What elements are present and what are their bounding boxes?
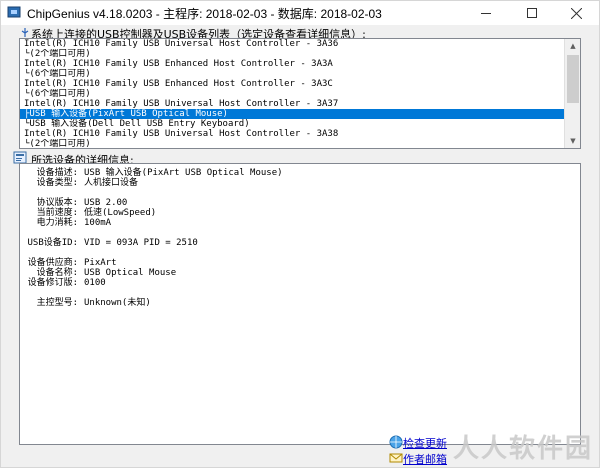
scroll-down-arrow-icon[interactable]: ▼ — [565, 134, 580, 148]
detail-value: USB Optical Mouse — [84, 268, 177, 278]
minimize-icon — [481, 12, 491, 14]
mail-icon — [389, 453, 403, 463]
detail-row: 电力消耗: 100mA — [20, 218, 112, 228]
check-update-link[interactable]: 检查更新 — [403, 435, 447, 451]
list-item[interactable]: Intel(R) ICH10 Family USB Universal Host… — [20, 99, 565, 109]
detail-row: 当前速度: 低速(LowSpeed) — [20, 208, 157, 218]
maximize-icon — [527, 8, 537, 18]
list-item[interactable]: └(6个端口可用) — [20, 89, 565, 99]
detail-value: 人机接口设备 — [84, 178, 139, 188]
list-item[interactable]: └(6个端口可用) — [20, 69, 565, 79]
detail-key: 设备描述: — [36, 168, 78, 178]
title-bar[interactable]: ChipGenius v4.18.0203 - 主程序: 2018-02-03 … — [1, 1, 599, 25]
details-panel[interactable]: 设备描述: USB 输入设备(PixArt USB Optical Mouse) 设… — [19, 163, 581, 445]
close-button[interactable] — [553, 1, 599, 25]
detail-row: 设备描述: USB 输入设备(PixArt USB Optical Mouse) — [20, 168, 283, 178]
list-item[interactable]: Intel(R) ICH10 Family USB Enhanced Host … — [20, 79, 565, 89]
author-mail-link[interactable]: 作者邮箱 — [403, 451, 447, 467]
detail-value: 100mA — [84, 218, 112, 228]
device-list[interactable]: Intel(R) ICH10 Family USB Universal Host… — [19, 38, 581, 149]
detail-row: USB设备ID: VID = 093A PID = 2510 — [20, 238, 198, 248]
detail-value: Unknown(未知) — [84, 298, 151, 308]
detail-key: 主控型号: — [36, 298, 78, 308]
detail-value: 低速(LowSpeed) — [84, 208, 157, 218]
list-item[interactable]: └(2个端口可用) — [20, 49, 565, 59]
detail-key: 协议版本: — [36, 198, 78, 208]
detail-key: 设备名称: — [36, 268, 78, 278]
list-item[interactable]: ├USB 输入设备(PixArt USB Optical Mouse) — [20, 109, 565, 119]
detail-key: 当前速度: — [36, 208, 78, 218]
detail-row: 设备修订版: 0100 — [20, 278, 106, 288]
app-window: ChipGenius v4.18.0203 - 主程序: 2018-02-03 … — [0, 0, 600, 468]
device-list-scrollbar[interactable]: ▲ ▼ — [564, 39, 580, 148]
window-title: ChipGenius v4.18.0203 - 主程序: 2018-02-03 … — [27, 7, 382, 21]
detail-value: 0100 — [84, 278, 106, 288]
usb-tree-icon — [21, 28, 29, 37]
detail-value: USB 输入设备(PixArt USB Optical Mouse) — [84, 168, 283, 178]
usb-chip-icon — [7, 6, 21, 18]
scroll-thumb[interactable] — [567, 55, 579, 103]
maximize-button[interactable] — [509, 1, 555, 25]
list-item[interactable]: └(2个端口可用) — [20, 139, 565, 148]
detail-value: PixArt — [84, 258, 117, 268]
detail-key: 设备类型: — [36, 178, 78, 188]
detail-row: 设备供应商: PixArt — [20, 258, 117, 268]
device-list-items: Intel(R) ICH10 Family USB Universal Host… — [20, 39, 565, 148]
scroll-up-arrow-icon[interactable]: ▲ — [565, 39, 580, 53]
detail-key: 电力消耗: — [36, 218, 78, 228]
close-icon — [570, 7, 582, 19]
detail-row: 设备类型: 人机接口设备 — [20, 178, 138, 188]
detail-key: 设备修订版: — [27, 278, 78, 288]
list-item[interactable]: └USB 输入设备(Dell Dell USB Entry Keyboard) — [20, 119, 565, 129]
detail-key: USB设备ID: — [27, 238, 78, 248]
detail-row: 主控型号: Unknown(未知) — [20, 298, 151, 308]
watermark-text: 人人软件园 — [453, 434, 594, 464]
list-item[interactable]: Intel(R) ICH10 Family USB Universal Host… — [20, 39, 565, 49]
detail-row: 协议版本: USB 2.00 — [20, 198, 128, 208]
list-item[interactable]: Intel(R) ICH10 Family USB Enhanced Host … — [20, 59, 565, 69]
detail-value: USB 2.00 — [84, 198, 128, 208]
detail-key: 设备供应商: — [27, 258, 78, 268]
detail-row: 设备名称: USB Optical Mouse — [20, 268, 177, 278]
minimize-button[interactable] — [463, 1, 509, 25]
list-item[interactable]: Intel(R) ICH10 Family USB Universal Host… — [20, 129, 565, 139]
update-globe-icon — [389, 435, 403, 449]
detail-value: VID = 093A PID = 2510 — [84, 238, 198, 248]
